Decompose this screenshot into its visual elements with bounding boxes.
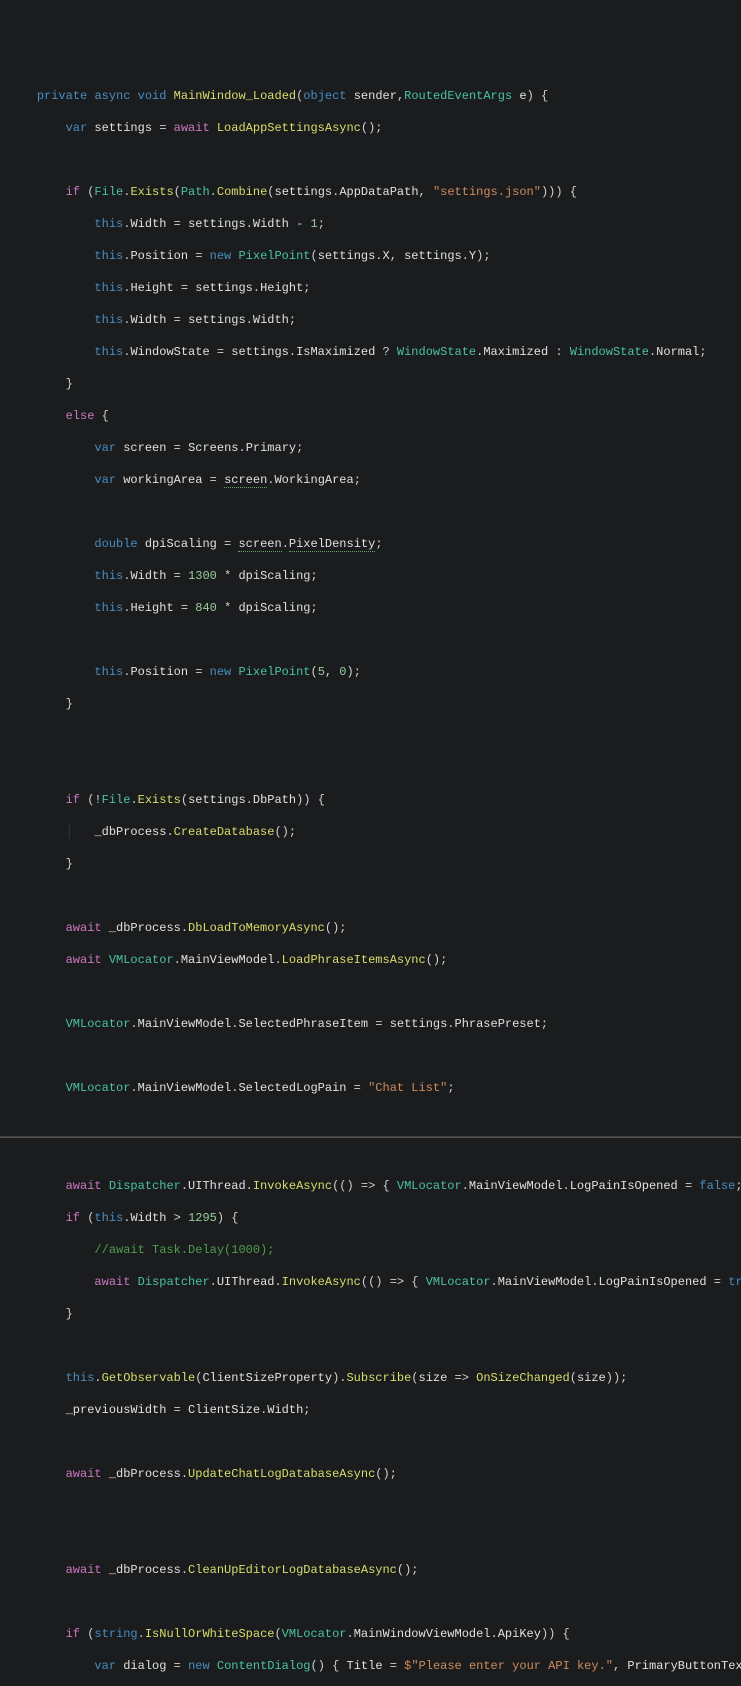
code-editor-lower[interactable]: await Dispatcher.UIThread.InvokeAsync(()… [0,1154,741,1686]
code-line: } [8,376,741,392]
code-line: await _dbProcess.CleanUpEditorLogDatabas… [8,1562,741,1578]
code-line: if (this.Width > 1295) { [8,1210,741,1226]
code-line: this.GetObservable(ClientSizeProperty).S… [8,1370,741,1386]
code-line: //await Task.Delay(1000); [8,1242,741,1258]
code-line: var dialog = new ContentDialog() { Title… [8,1658,741,1674]
code-line: await _dbProcess.DbLoadToMemoryAsync(); [8,920,741,936]
code-line: this.Width = settings.Width; [8,312,741,328]
code-line: var workingArea = screen.WorkingArea; [8,472,741,488]
code-line: if (!File.Exists(settings.DbPath)) { [8,792,741,808]
code-line: } [8,856,741,872]
code-line: this.Position = new PixelPoint(settings.… [8,248,741,264]
code-line: } [8,696,741,712]
code-line: if (File.Exists(Path.Combine(settings.Ap… [8,184,741,200]
editor-separator [0,1136,741,1138]
code-line: } [8,1306,741,1322]
code-line: this.Width = 1300 * dpiScaling; [8,568,741,584]
code-line: this.Position = new PixelPoint(5, 0); [8,664,741,680]
code-line: VMLocator.MainViewModel.SelectedPhraseIt… [8,1016,741,1032]
code-line: │ _dbProcess.CreateDatabase(); [8,824,741,840]
code-line: if (string.IsNullOrWhiteSpace(VMLocator.… [8,1626,741,1642]
code-line: await _dbProcess.UpdateChatLogDatabaseAs… [8,1466,741,1482]
code-line: var settings = await LoadAppSettingsAsyn… [8,120,741,136]
code-line: _previousWidth = ClientSize.Width; [8,1402,741,1418]
code-line: this.Width = settings.Width - 1; [8,216,741,232]
code-line: private async void MainWindow_Loaded(obj… [8,88,741,104]
code-line: VMLocator.MainViewModel.SelectedLogPain … [8,1080,741,1096]
code-line: await VMLocator.MainViewModel.LoadPhrase… [8,952,741,968]
code-line: this.Height = 840 * dpiScaling; [8,600,741,616]
code-line: var screen = Screens.Primary; [8,440,741,456]
code-line: await Dispatcher.UIThread.InvokeAsync(()… [8,1274,741,1290]
code-line: else { [8,408,741,424]
code-line: double dpiScaling = screen.PixelDensity; [8,536,741,552]
code-editor[interactable]: private async void MainWindow_Loaded(obj… [0,64,741,1120]
code-line: this.WindowState = settings.IsMaximized … [8,344,741,360]
code-line: await Dispatcher.UIThread.InvokeAsync(()… [8,1178,741,1194]
code-line: this.Height = settings.Height; [8,280,741,296]
